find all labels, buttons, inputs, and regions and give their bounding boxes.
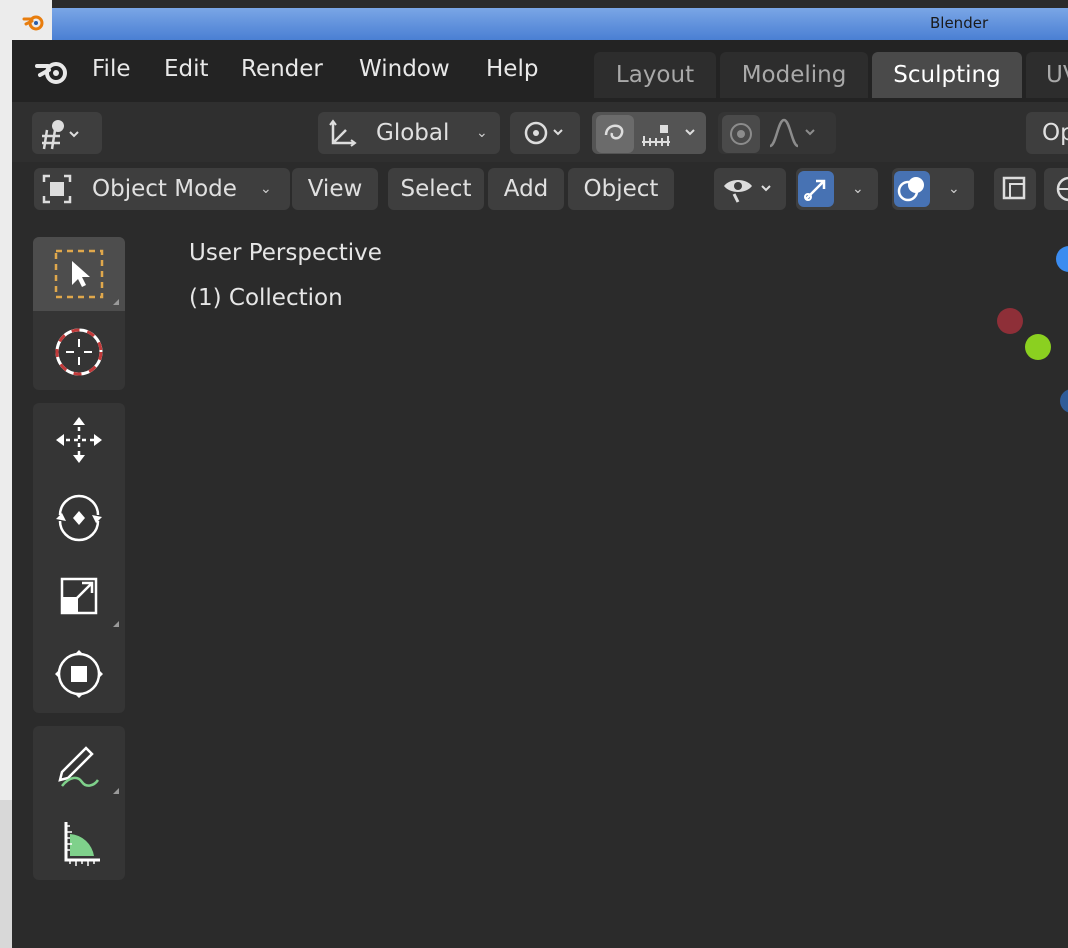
transform-tool[interactable] bbox=[33, 637, 125, 711]
titlebar-blender-icon bbox=[12, 0, 52, 40]
proportional-falloff-icon bbox=[722, 115, 760, 153]
tool-header: Global ⌄ Op bbox=[12, 102, 1068, 162]
tab-modeling[interactable]: Modeling bbox=[720, 52, 868, 98]
annotate-icon bbox=[58, 746, 100, 787]
xray-toggle[interactable] bbox=[994, 168, 1036, 210]
window-title: Blender bbox=[930, 14, 989, 32]
measure-icon bbox=[64, 822, 100, 866]
move-icon bbox=[56, 417, 102, 463]
blender-logo-icon[interactable] bbox=[34, 56, 70, 90]
falloff-group[interactable] bbox=[718, 112, 836, 154]
tool-group-annotate bbox=[33, 726, 125, 880]
transform-orientation-label: Global bbox=[376, 120, 450, 146]
cursor-icon bbox=[55, 328, 103, 376]
xray-icon bbox=[1002, 176, 1026, 200]
proportional-editing-group[interactable] bbox=[592, 112, 706, 154]
transform-orientation-dropdown[interactable]: Global ⌄ bbox=[318, 112, 500, 154]
rotate-tool[interactable] bbox=[33, 481, 125, 555]
chevron-down-icon: ⌄ bbox=[852, 181, 864, 197]
screen-left-edge bbox=[0, 0, 12, 948]
tab-uv[interactable]: UV bbox=[1026, 52, 1068, 98]
options-button[interactable]: Op bbox=[1026, 112, 1068, 154]
chevron-down-icon: ⌄ bbox=[260, 181, 272, 197]
options-label: Op bbox=[1042, 120, 1068, 146]
overlay-toggle-group[interactable]: ⌄ bbox=[892, 168, 974, 210]
object-mode-dropdown[interactable]: Object Mode ⌄ bbox=[34, 168, 290, 210]
select-box-tool[interactable] bbox=[33, 237, 125, 311]
annotate-tool[interactable] bbox=[33, 726, 125, 800]
visibility-dropdown[interactable] bbox=[714, 168, 786, 210]
proportional-editing-icon bbox=[596, 115, 634, 153]
menu-help[interactable]: Help bbox=[486, 56, 538, 82]
pivot-icon bbox=[524, 121, 563, 145]
chevron-down-icon: ⌄ bbox=[476, 125, 488, 141]
transform-icon bbox=[55, 650, 103, 698]
chevron-down-icon: ⌄ bbox=[948, 181, 960, 197]
gizmo-z-axis-icon[interactable] bbox=[1056, 246, 1068, 272]
tool-group-select bbox=[33, 237, 125, 390]
object-mode-icon bbox=[42, 174, 72, 204]
menu-object[interactable]: Object bbox=[568, 168, 674, 210]
object-mode-label: Object Mode bbox=[92, 176, 237, 202]
menu-view[interactable]: View bbox=[292, 168, 378, 210]
snap-icon bbox=[42, 120, 79, 150]
gizmo-y-axis-icon[interactable] bbox=[1025, 334, 1051, 360]
falloff-curve-icon bbox=[769, 118, 815, 148]
select-box-icon bbox=[54, 249, 104, 299]
viewport-header: Object Mode ⌄ View Select Add Object ⌄ ⌄ bbox=[12, 162, 1068, 222]
menu-render[interactable]: Render bbox=[241, 56, 323, 82]
wireframe-sphere-icon bbox=[1056, 176, 1068, 202]
move-tool[interactable] bbox=[33, 403, 125, 477]
menu-file[interactable]: File bbox=[92, 56, 131, 82]
snap-selector[interactable] bbox=[32, 112, 102, 154]
tab-layout[interactable]: Layout bbox=[594, 52, 716, 98]
top-menu-bar: File Edit Render Window Help Layout Mode… bbox=[12, 40, 1068, 102]
window-titlebar: Blender bbox=[12, 0, 1068, 40]
viewport-collection-label: (1) Collection bbox=[189, 285, 343, 311]
menu-window[interactable]: Window bbox=[359, 56, 450, 82]
measure-tool[interactable] bbox=[33, 804, 125, 878]
overlay-icon bbox=[894, 171, 930, 207]
viewport-perspective-label: User Perspective bbox=[189, 240, 382, 266]
menu-add[interactable]: Add bbox=[488, 168, 564, 210]
gizmo-icon bbox=[798, 171, 834, 207]
pivot-point-dropdown[interactable] bbox=[510, 112, 580, 154]
cursor-tool[interactable] bbox=[33, 315, 125, 389]
visibility-icon bbox=[724, 180, 771, 203]
transform-orientation-icon bbox=[329, 119, 357, 147]
gizmo-neg-z-axis-icon[interactable] bbox=[1060, 389, 1068, 413]
shading-wireframe-button[interactable] bbox=[1044, 168, 1068, 210]
scale-tool[interactable] bbox=[33, 559, 125, 633]
tab-sculpting[interactable]: Sculpting bbox=[872, 52, 1022, 98]
rotate-icon bbox=[56, 494, 102, 542]
gizmo-toggle-group[interactable]: ⌄ bbox=[796, 168, 878, 210]
gizmo-neg-x-axis-icon[interactable] bbox=[997, 308, 1023, 334]
menu-edit[interactable]: Edit bbox=[164, 56, 209, 82]
measure-ruler-icon bbox=[642, 125, 695, 146]
menu-select[interactable]: Select bbox=[388, 168, 484, 210]
tool-group-transform bbox=[33, 403, 125, 713]
scale-icon bbox=[60, 577, 98, 615]
